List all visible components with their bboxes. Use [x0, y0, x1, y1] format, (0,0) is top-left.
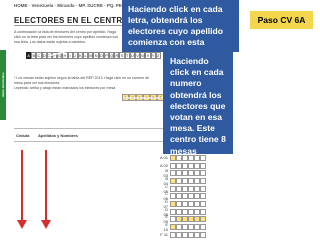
number-hint-callout: Haciendo click en cada numero obtendrá l…	[163, 52, 233, 156]
letter-hint-callout: Haciendo click en cada letra, obtendrá l…	[122, 0, 239, 52]
letter-pointer-line	[47, 37, 123, 57]
step-badge: Paso CV 6A	[250, 11, 313, 29]
